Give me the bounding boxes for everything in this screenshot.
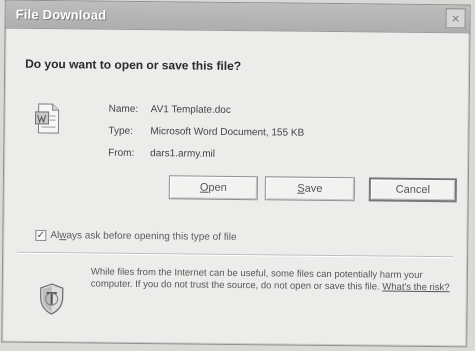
whats-the-risk-link[interactable]: What's the risk? bbox=[382, 282, 449, 294]
file-type-row: Type: Microsoft Word Document, 155 KB bbox=[108, 121, 418, 146]
file-source-row: From: dars1.army.mil bbox=[108, 143, 418, 168]
save-button[interactable]: Save bbox=[264, 176, 355, 202]
window-title: File Download bbox=[15, 6, 107, 23]
always-ask-label: Always ask before opening this type of f… bbox=[50, 230, 236, 243]
file-source-value: dars1.army.mil bbox=[150, 148, 216, 160]
always-ask-label-prefix: Al bbox=[50, 230, 60, 242]
title-bar: File Download × bbox=[5, 0, 470, 34]
always-ask-option[interactable]: ✓ Always ask before opening this type of… bbox=[35, 229, 237, 243]
dialog-separator bbox=[17, 251, 454, 259]
document-icon bbox=[35, 103, 60, 134]
file-details: Name: AV1 Template.doc Type: Microsoft W… bbox=[108, 99, 419, 168]
file-type-value: Microsoft Word Document, 155 KB bbox=[150, 126, 305, 139]
file-download-dialog: File Download × Do you want to open or s… bbox=[1, 0, 471, 348]
file-name-row: Name: AV1 Template.doc bbox=[109, 99, 419, 124]
file-name-value: AV1 Template.doc bbox=[150, 104, 231, 116]
open-button[interactable]: Open bbox=[168, 175, 258, 201]
security-warning-message: While files from the Internet can be use… bbox=[90, 266, 423, 293]
security-warning-text: While files from the Internet can be use… bbox=[91, 266, 456, 294]
always-ask-checkbox[interactable]: ✓ bbox=[35, 229, 47, 242]
file-type-label: Type: bbox=[108, 125, 133, 137]
close-button[interactable]: × bbox=[445, 8, 466, 29]
file-source-label: From: bbox=[108, 147, 135, 159]
download-question: Do you want to open or save this file? bbox=[25, 56, 242, 74]
always-ask-label-suffix: ays ask before opening this type of file bbox=[66, 230, 237, 244]
open-button-label: pen bbox=[208, 181, 227, 194]
open-button-mnemonic: O bbox=[199, 181, 209, 194]
checkmark-icon: ✓ bbox=[36, 229, 46, 241]
save-button-label: ave bbox=[304, 182, 323, 195]
close-icon: × bbox=[451, 10, 460, 27]
cancel-button-label: Cancel bbox=[395, 183, 431, 197]
file-name-label: Name: bbox=[108, 103, 139, 115]
screen: File Download × Do you want to open or s… bbox=[0, 0, 475, 351]
save-button-mnemonic: S bbox=[297, 182, 305, 195]
cancel-button[interactable]: Cancel bbox=[368, 177, 457, 203]
shield-icon bbox=[40, 283, 64, 315]
